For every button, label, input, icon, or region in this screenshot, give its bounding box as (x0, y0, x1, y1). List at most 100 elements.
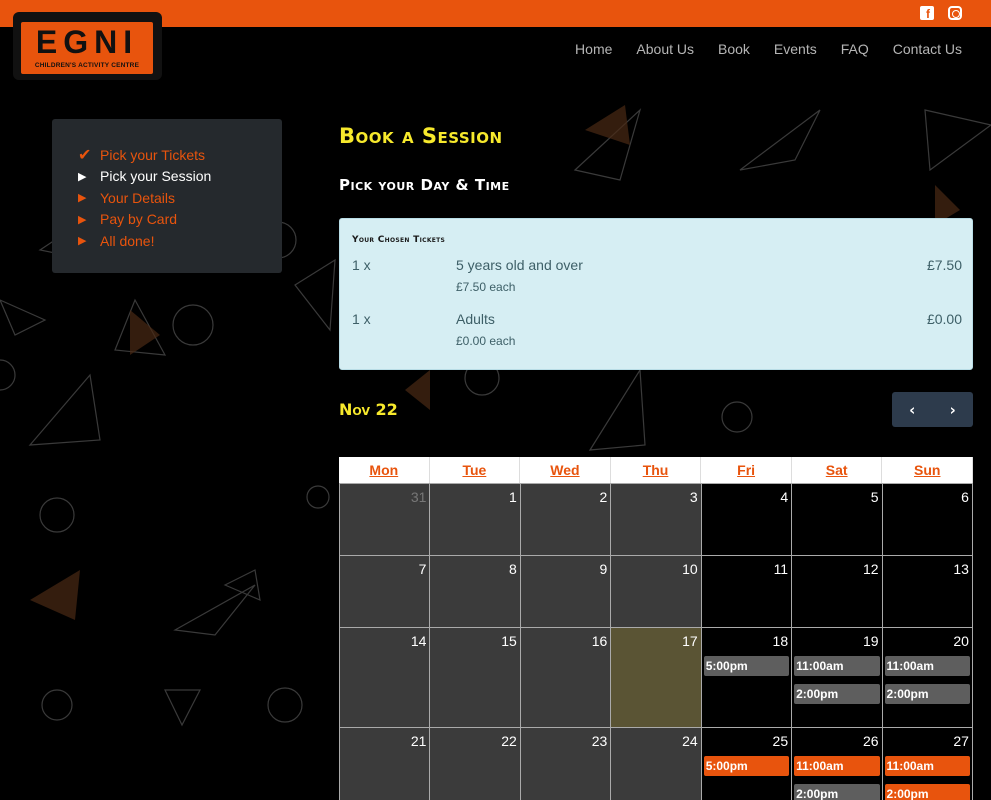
day-number: 26 (862, 733, 879, 749)
day-number: 8 (509, 561, 517, 577)
caret-right-icon: ▶ (78, 170, 87, 183)
chosen-tickets-panel: Your Chosen Tickets 1 x 5 years old and … (339, 218, 973, 370)
day-number: 12 (862, 561, 879, 577)
calendar-day[interactable]: 13 (882, 556, 973, 627)
calendar-day: 23 (520, 728, 612, 800)
weekday-sat[interactable]: Sat (792, 457, 883, 483)
nav-book[interactable]: Book (718, 41, 750, 57)
session-slot-button[interactable]: 2:00pm (794, 684, 880, 704)
step-your-details: ▶ Your Details (78, 187, 282, 209)
calendar-day: 8 (430, 556, 521, 627)
day-number: 6 (961, 489, 969, 505)
day-number: 24 (682, 733, 698, 749)
month-nav: ‹ › (892, 392, 973, 427)
session-slot-button[interactable]: 5:00pm (703, 656, 790, 676)
day-number: 16 (591, 633, 608, 649)
session-slot-button[interactable]: 11:00am (884, 656, 970, 676)
prev-month-button[interactable]: ‹ (892, 392, 933, 427)
ticket-unit-price: £0.00 each (456, 334, 516, 348)
calendar-day: 7 (339, 556, 431, 627)
weekday-thu[interactable]: Thu (611, 457, 702, 483)
day-number: 7 (418, 561, 427, 577)
calendar-day: 17 (611, 628, 702, 727)
calendar-week: 14 15 16 17 18 5:00pm 19 11:00am 2:00pm 20 11:00am… (339, 627, 973, 727)
session-slot-button[interactable]: 2:00pm (884, 784, 970, 800)
ticket-name: Adults (456, 311, 495, 327)
weekday-wed[interactable]: Wed (520, 457, 611, 483)
step-label: All done! (100, 232, 155, 249)
next-month-button[interactable]: › (933, 392, 974, 427)
nav-contact-us[interactable]: Contact Us (893, 41, 962, 57)
calendar-day[interactable]: 6 (882, 484, 973, 555)
instagram-icon[interactable] (948, 6, 962, 20)
ticket-name: 5 years old and over (456, 257, 583, 273)
ticket-price: £0.00 (926, 311, 962, 327)
day-number: 1 (509, 489, 517, 505)
calendar-day: 1 (430, 484, 521, 555)
calendar-day[interactable]: 19 11:00am 2:00pm (792, 628, 883, 727)
nav-faq[interactable]: FAQ (841, 41, 869, 57)
calendar-day: 3 (611, 484, 702, 555)
calendar-day[interactable]: 4 (701, 484, 793, 555)
calendar-week: 7 8 9 10 11 12 13 (339, 555, 973, 627)
step-label: Pay by Card (100, 211, 178, 228)
calendar-week: 31 1 2 3 4 5 6 (339, 483, 973, 555)
weekday-mon[interactable]: Mon (339, 457, 430, 483)
calendar-day[interactable]: 11 (701, 556, 793, 627)
site-logo[interactable]: EGNI CHILDREN'S ACTIVITY CENTRE (13, 12, 162, 80)
calendar-day: 2 (520, 484, 612, 555)
page-subtitle: Pick your Day & Time (339, 176, 510, 194)
day-number: 23 (591, 733, 608, 749)
day-number: 21 (410, 733, 427, 749)
session-slot-button[interactable]: 11:00am (884, 756, 970, 776)
day-number: 4 (780, 489, 789, 505)
day-number: 31 (410, 489, 427, 505)
facebook-icon[interactable]: f (920, 6, 934, 20)
nav-home[interactable]: Home (575, 41, 612, 57)
day-number: 17 (682, 633, 698, 649)
ticket-qty: 1 x (352, 257, 371, 273)
calendar-week: 21 22 23 24 25 5:00pm 26 11:00am 2:00pm 27 11:00am… (339, 727, 973, 800)
session-slot-button[interactable]: 5:00pm (703, 756, 790, 776)
calendar-day: 16 (520, 628, 612, 727)
day-number: 5 (870, 489, 879, 505)
calendar-month: Nov 22 (339, 400, 398, 419)
calendar-day: 24 (611, 728, 702, 800)
calendar-day[interactable]: 26 11:00am 2:00pm (792, 728, 883, 800)
session-slot-button[interactable]: 2:00pm (884, 684, 970, 704)
calendar-day[interactable]: 18 5:00pm (701, 628, 793, 727)
weekday-fri[interactable]: Fri (701, 457, 792, 483)
day-number: 19 (862, 633, 879, 649)
booking-steps: ✔ Pick your Tickets ▶ Pick your Session … (52, 119, 282, 273)
check-icon: ✔ (78, 146, 92, 164)
calendar-day[interactable]: 25 5:00pm (701, 728, 793, 800)
day-number: 25 (772, 733, 789, 749)
session-slot-button[interactable]: 11:00am (794, 756, 880, 776)
calendar-day[interactable]: 5 (792, 484, 883, 555)
main-nav: Home About Us Book Events FAQ Contact Us (575, 41, 962, 57)
caret-right-icon: ▶ (78, 235, 87, 248)
weekday-sun[interactable]: Sun (882, 457, 974, 483)
weekday-tue[interactable]: Tue (430, 457, 521, 483)
ticket-unit-price: £7.50 each (456, 280, 516, 294)
calendar-day[interactable]: 20 11:00am 2:00pm (882, 628, 973, 727)
day-number: 10 (682, 561, 698, 577)
nav-about-us[interactable]: About Us (636, 41, 694, 57)
calendar-day[interactable]: 12 (792, 556, 883, 627)
nav-events[interactable]: Events (774, 41, 817, 57)
calendar-day: 21 (339, 728, 431, 800)
calendar-day: 31 (339, 484, 431, 555)
caret-right-icon: ▶ (78, 213, 87, 226)
step-all-done: ▶ All done! (78, 230, 282, 252)
calendar-day: 22 (430, 728, 521, 800)
ticket-price: £7.50 (926, 257, 962, 273)
calendar-day[interactable]: 27 11:00am 2:00pm (882, 728, 973, 800)
session-slot-button[interactable]: 2:00pm (794, 784, 880, 800)
page-title: Book a Session (339, 124, 503, 148)
day-number: 22 (501, 733, 517, 749)
day-number: 11 (773, 561, 789, 577)
day-number: 14 (410, 633, 427, 649)
caret-right-icon: ▶ (78, 192, 87, 205)
tickets-heading: Your Chosen Tickets (352, 235, 446, 245)
session-slot-button[interactable]: 11:00am (794, 656, 880, 676)
